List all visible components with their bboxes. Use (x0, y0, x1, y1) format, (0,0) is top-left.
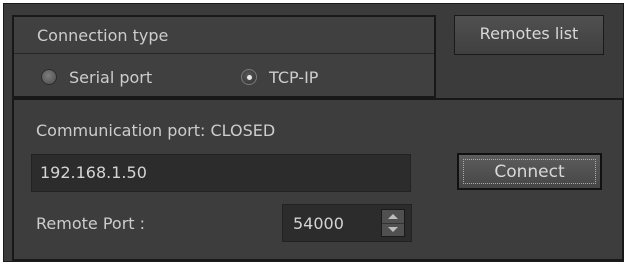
connect-button-label: Connect (463, 159, 596, 184)
groupbox-header: Connection type (14, 17, 434, 54)
communication-status-label: Communication port: CLOSED (36, 121, 276, 140)
connection-type-title: Connection type (37, 26, 169, 45)
spin-up-button[interactable] (382, 210, 404, 224)
remote-port-label: Remote Port : (36, 214, 146, 233)
radio-selected-icon (241, 69, 257, 85)
radio-tcp-ip-label: TCP-IP (269, 67, 319, 87)
radio-tcp-ip[interactable]: TCP-IP (241, 66, 318, 88)
radio-serial-port[interactable]: Serial port (41, 66, 152, 88)
remote-port-spinbox[interactable]: 54000 (282, 204, 412, 242)
radio-unselected-icon (41, 69, 57, 85)
ip-address-input[interactable]: 192.168.1.50 (31, 154, 411, 192)
remotes-list-button[interactable]: Remotes list (454, 15, 604, 55)
connect-button[interactable]: Connect (457, 153, 602, 190)
spin-down-button[interactable] (382, 223, 404, 236)
spin-buttons (381, 209, 405, 237)
radio-serial-port-label: Serial port (69, 67, 153, 87)
connection-type-group: Connection type Serial port TCP-IP (12, 15, 436, 98)
spin-up-arrow-icon (388, 214, 398, 219)
remote-port-value[interactable]: 54000 (293, 214, 344, 233)
spin-down-arrow-icon (388, 227, 398, 232)
